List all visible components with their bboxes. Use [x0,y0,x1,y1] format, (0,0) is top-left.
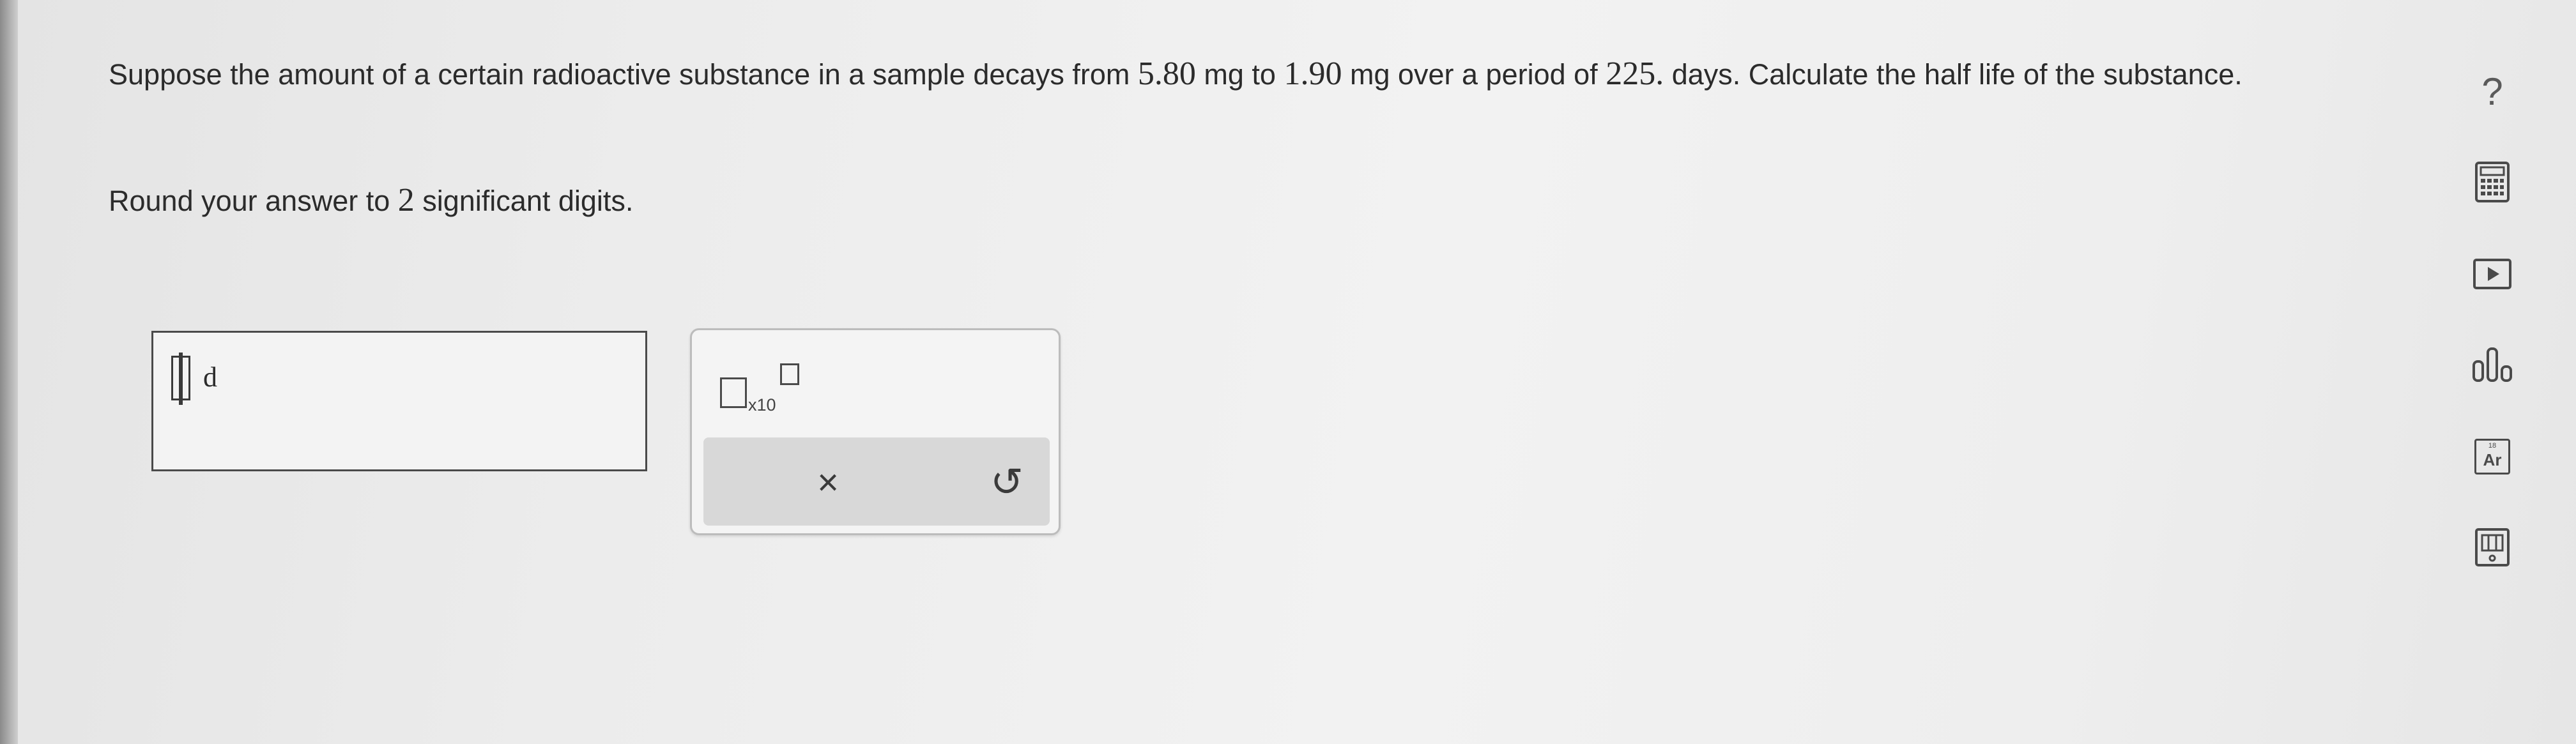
data-button[interactable] [2470,342,2515,386]
question-unit1: mg to [1195,58,1284,91]
textbook-button[interactable] [2470,525,2515,570]
answer-input[interactable]: d [151,331,647,471]
help-icon: ? [2481,70,2503,113]
periodic-atomic-number: 18 [2488,442,2497,450]
video-icon [2473,259,2511,289]
screen-bezel [0,0,18,744]
question-text: Suppose the amount of a certain radioact… [109,50,2383,99]
question-part2: days. Calculate the half life of the sub… [1664,58,2242,91]
clear-button[interactable]: × [806,460,850,505]
rounding-instruction: Round your answer to 2 significant digit… [109,176,633,225]
question-part1: Suppose the amount of a certain radioact… [109,58,1138,91]
significant-digits: 2 [397,182,415,218]
close-icon: × [817,462,839,503]
calculator-icon [2475,162,2510,202]
question-unit2: mg over a period of [1342,58,1606,91]
scientific-notation-button[interactable]: x10 [720,362,803,420]
periodic-symbol: Ar [2483,450,2502,469]
help-button[interactable]: ? [2470,69,2515,114]
instruction-suffix: significant digits. [414,185,634,217]
instruction-prefix: Round your answer to [109,185,398,217]
periodic-table-button[interactable]: 18 Ar [2470,434,2515,479]
periodic-table-icon: 18 Ar [2474,439,2510,474]
initial-amount: 5.80 [1137,56,1196,92]
answer-cursor-icon [171,353,190,405]
math-keypad: x10 × ↺ [690,328,1061,535]
x10-label: x10 [748,395,776,414]
chart-icon [2472,347,2512,382]
calculator-button[interactable] [2470,160,2515,204]
exponent-box-icon [780,363,799,385]
video-button[interactable] [2470,252,2515,296]
final-amount: 1.90 [1284,56,1342,92]
answer-unit: d [203,361,217,393]
undo-button[interactable]: ↺ [985,460,1029,505]
textbook-icon [2475,528,2510,566]
keypad-action-bar: × ↺ [703,437,1050,526]
undo-icon: ↺ [990,460,1023,505]
placeholder-box-icon [720,377,747,408]
period-value: 225. [1606,56,1664,92]
